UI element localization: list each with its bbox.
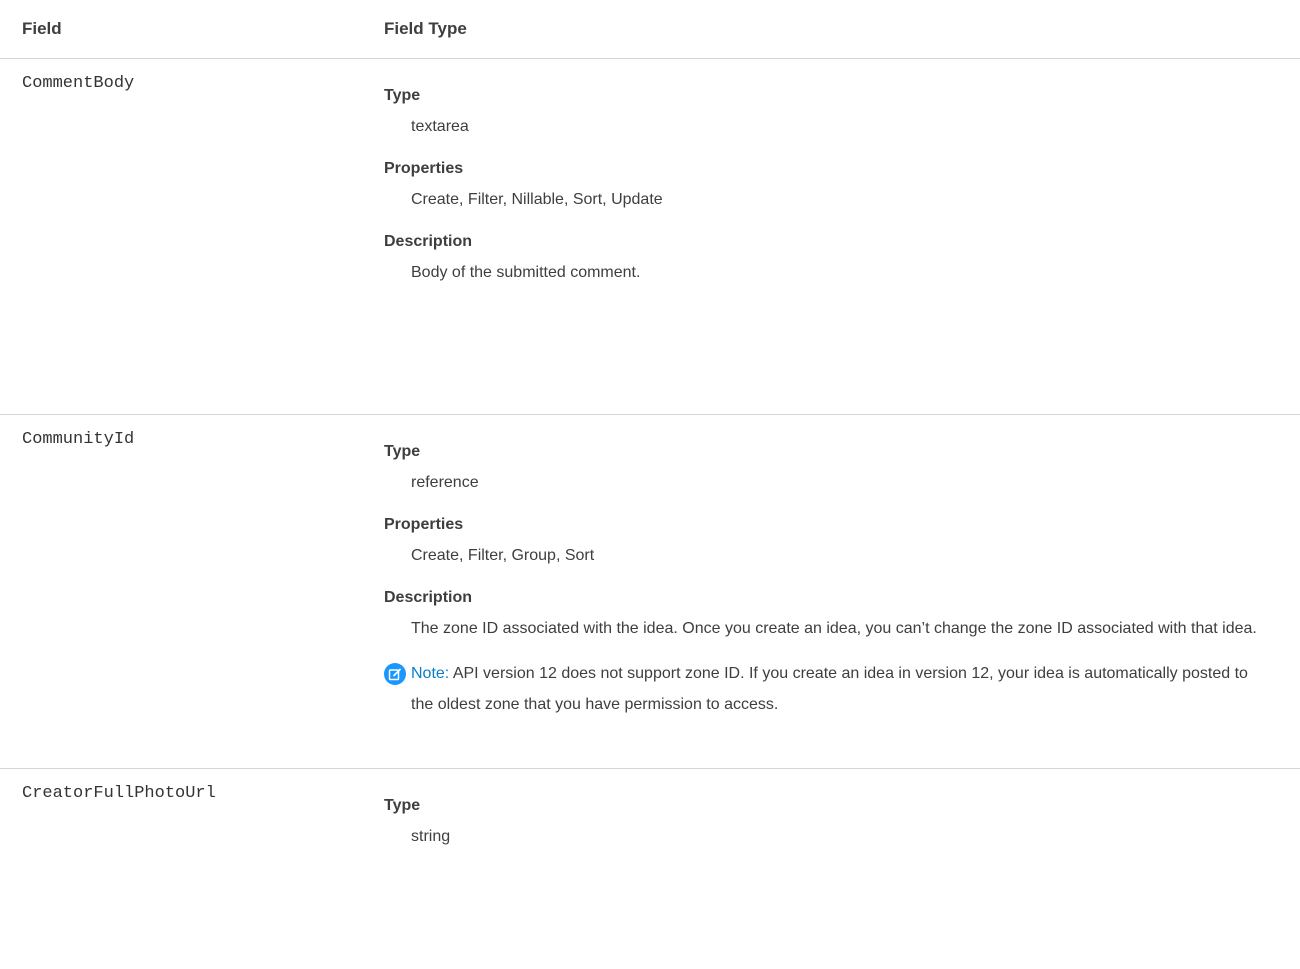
properties-label: Properties xyxy=(384,516,464,533)
type-group: Type string xyxy=(384,795,1264,852)
type-label: Type xyxy=(384,443,421,460)
type-value: textarea xyxy=(411,118,469,135)
note-label: Note: xyxy=(411,665,453,682)
table-row: CommunityId Type reference Properties Cr… xyxy=(0,415,1300,769)
properties-group: Properties Create, Filter, Nillable, Sor… xyxy=(384,158,1264,215)
field-name: CommunityId xyxy=(22,430,135,449)
type-value: string xyxy=(411,828,451,845)
table-header: Field Field Type xyxy=(0,0,1300,59)
description-group: Description The zone ID associated with … xyxy=(384,587,1264,720)
properties-value: Create, Filter, Nillable, Sort, Update xyxy=(411,191,663,208)
table-row: CommentBody Type textarea Properties Cre… xyxy=(0,59,1300,415)
column-header-field: Field xyxy=(22,19,62,38)
field-name: CommentBody xyxy=(22,74,135,93)
field-details: Type reference Properties Create, Filter… xyxy=(384,441,1264,720)
description-label: Description xyxy=(384,589,473,606)
field-reference-table: Field Field Type CommentBody Type textar… xyxy=(0,0,1300,969)
field-details: Type string xyxy=(384,795,1264,852)
description-label: Description xyxy=(384,233,473,250)
edit-note-icon xyxy=(384,663,406,685)
note-callout: Note: API version 12 does not support zo… xyxy=(384,658,1264,720)
properties-value: Create, Filter, Group, Sort xyxy=(411,547,595,564)
note-text: API version 12 does not support zone ID.… xyxy=(411,665,1248,713)
type-label: Type xyxy=(384,797,421,814)
field-details: Type textarea Properties Create, Filter,… xyxy=(384,85,1264,288)
field-name: CreatorFullPhotoUrl xyxy=(22,784,216,803)
type-label: Type xyxy=(384,87,421,104)
description-group: Description Body of the submitted commen… xyxy=(384,231,1264,288)
table-row: CreatorFullPhotoUrl Type string xyxy=(0,769,1300,969)
type-value: reference xyxy=(411,474,479,491)
properties-group: Properties Create, Filter, Group, Sort xyxy=(384,514,1264,571)
description-value: Body of the submitted comment. xyxy=(411,264,641,281)
description-value: The zone ID associated with the idea. On… xyxy=(411,620,1257,637)
type-group: Type reference xyxy=(384,441,1264,498)
properties-label: Properties xyxy=(384,160,464,177)
type-group: Type textarea xyxy=(384,85,1264,142)
column-header-field-type: Field Type xyxy=(384,19,467,38)
